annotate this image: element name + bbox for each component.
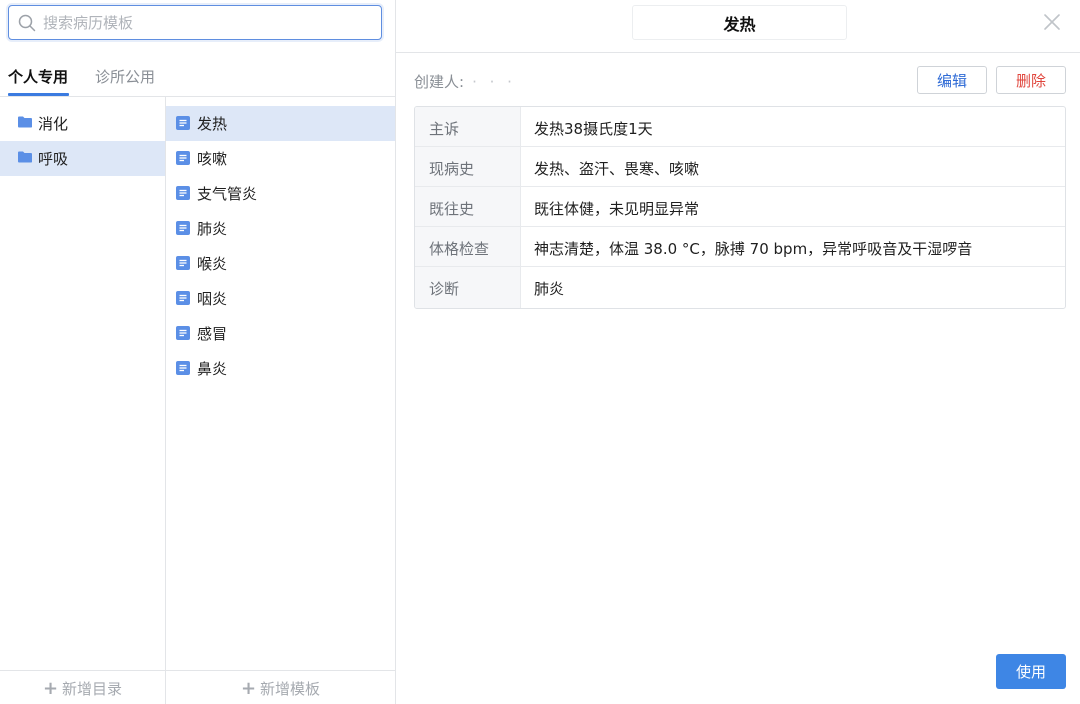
template-list: 发热 咳嗽 支气管炎 肺炎 喉炎 咽炎 感冒 鼻炎 (166, 97, 395, 670)
folder-label: 消化 (38, 115, 69, 133)
field-value-past-history: 既往体健，未见明显异常 (534, 200, 700, 218)
template-label: 肺炎 (197, 220, 228, 238)
plus-icon: + (240, 677, 257, 699)
template-item-bronchitis[interactable]: 支气管炎 (166, 176, 395, 211)
search-input[interactable] (43, 11, 373, 35)
template-item-pneumonia[interactable]: 肺炎 (166, 211, 395, 246)
folder-list: 消化 呼吸 (0, 97, 166, 670)
table-row: 现病史 发热、盗汗、畏寒、咳嗽 (415, 147, 1065, 187)
delete-button[interactable]: 删除 (996, 66, 1066, 94)
field-label-present-illness: 现病史 (415, 147, 521, 186)
template-label: 咳嗽 (197, 150, 228, 168)
field-label-diagnosis: 诊断 (415, 267, 521, 308)
document-icon (176, 256, 190, 270)
template-title: 发热 (632, 5, 847, 40)
tab-personal[interactable]: 个人专用 (8, 66, 68, 87)
document-icon (176, 326, 190, 340)
add-folder-button[interactable]: + 新增目录 (0, 671, 166, 704)
template-item-laryngitis[interactable]: 喉炎 (166, 246, 395, 281)
tab-clinic-public[interactable]: 诊所公用 (95, 66, 155, 87)
template-item-pharyngitis[interactable]: 咽炎 (166, 281, 395, 316)
document-icon (176, 361, 190, 375)
template-label: 支气管炎 (197, 185, 258, 203)
folder-item-respiratory[interactable]: 呼吸 (0, 141, 165, 176)
template-label: 发热 (197, 115, 228, 133)
template-label: 感冒 (197, 325, 228, 343)
close-icon[interactable] (1042, 12, 1062, 32)
search-box[interactable] (8, 5, 382, 40)
template-item-cold[interactable]: 感冒 (166, 316, 395, 351)
template-item-cough[interactable]: 咳嗽 (166, 141, 395, 176)
field-value-diagnosis: 肺炎 (534, 280, 565, 298)
add-template-button[interactable]: + 新增模板 (166, 671, 395, 704)
field-label-physical-exam: 体格检查 (415, 227, 521, 266)
document-icon (176, 186, 190, 200)
template-label: 咽炎 (197, 290, 228, 308)
folder-icon (18, 151, 32, 163)
folder-item-digestive[interactable]: 消化 (0, 106, 165, 141)
creator-info: 创建人: · · · (414, 71, 516, 92)
left-panel: 个人专用 诊所公用 消化 呼吸 (0, 0, 396, 704)
template-label: 喉炎 (197, 255, 228, 273)
detail-panel: 发热 创建人: · · · 编辑 删除 主诉 发热38摄氏度1天 现病史 发热、盗… (396, 0, 1080, 704)
template-label: 鼻炎 (197, 360, 228, 378)
detail-header: 发热 (396, 0, 1080, 53)
left-footer: + 新增目录 + 新增模板 (0, 670, 395, 704)
add-template-label: 新增模板 (260, 679, 321, 698)
table-row: 主诉 发热38摄氏度1天 (415, 107, 1065, 147)
template-item-rhinitis[interactable]: 鼻炎 (166, 351, 395, 386)
table-row: 体格检查 神志清楚，体温 38.0 °C，脉搏 70 bpm，异常呼吸音及干湿啰… (415, 227, 1065, 267)
field-label-chief-complaint: 主诉 (415, 107, 521, 146)
table-row: 诊断 肺炎 (415, 267, 1065, 308)
document-icon (176, 291, 190, 305)
template-item-fever[interactable]: 发热 (166, 106, 395, 141)
creator-value: · · · (472, 73, 516, 91)
search-icon (18, 14, 36, 32)
folder-icon (18, 116, 32, 128)
document-icon (176, 116, 190, 130)
template-fields-table: 主诉 发热38摄氏度1天 现病史 发热、盗汗、畏寒、咳嗽 既往史 既往体健，未见… (414, 106, 1066, 309)
creator-label: 创建人: (414, 73, 465, 91)
field-label-past-history: 既往史 (415, 187, 521, 226)
add-folder-label: 新增目录 (62, 679, 123, 698)
document-icon (176, 221, 190, 235)
field-value-present-illness: 发热、盗汗、畏寒、咳嗽 (534, 160, 700, 178)
tab-bar: 个人专用 诊所公用 (0, 52, 395, 97)
active-tab-indicator (8, 93, 69, 96)
document-icon (176, 151, 190, 165)
table-row: 既往史 既往体健，未见明显异常 (415, 187, 1065, 227)
template-manager: 个人专用 诊所公用 消化 呼吸 (0, 0, 1080, 704)
edit-button[interactable]: 编辑 (917, 66, 987, 94)
use-button[interactable]: 使用 (996, 654, 1066, 689)
field-value-physical-exam: 神志清楚，体温 38.0 °C，脉搏 70 bpm，异常呼吸音及干湿啰音 (534, 240, 973, 258)
plus-icon: + (42, 677, 59, 699)
folder-label: 呼吸 (38, 150, 69, 168)
field-value-chief-complaint: 发热38摄氏度1天 (534, 120, 653, 138)
